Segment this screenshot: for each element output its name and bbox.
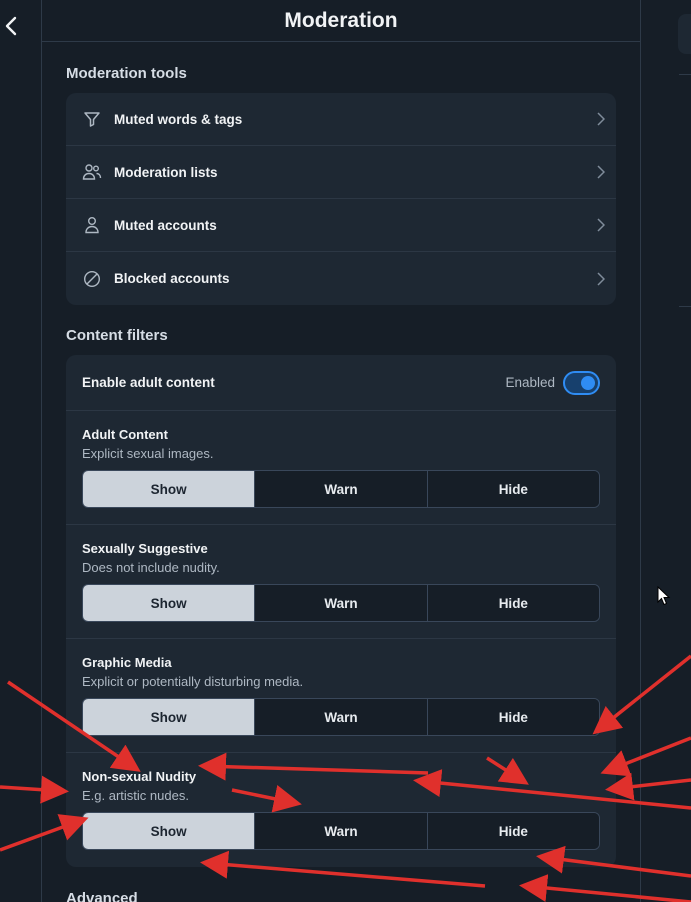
users-icon — [82, 162, 102, 182]
chevron-right-icon — [586, 165, 616, 179]
back-button[interactable] — [0, 12, 22, 40]
visibility-segmented-control: Show Warn Hide — [82, 584, 600, 622]
filter-description: Does not include nudity. — [82, 560, 220, 575]
visibility-segmented-control: Show Warn Hide — [82, 812, 600, 850]
show-option[interactable]: Show — [83, 585, 256, 621]
hide-option[interactable]: Hide — [427, 471, 599, 507]
filter-description: Explicit sexual images. — [82, 446, 214, 461]
right-panel-divider — [679, 306, 691, 307]
left-divider — [41, 0, 42, 902]
show-option[interactable]: Show — [83, 813, 256, 849]
moderation-tools-card: Muted words & tags Moderation lists Mute… — [66, 93, 616, 305]
page-title: Moderation — [284, 8, 398, 32]
warn-option[interactable]: Warn — [255, 585, 428, 621]
advanced-heading: Advanced — [66, 890, 138, 902]
hide-option[interactable]: Hide — [427, 585, 599, 621]
blocked-accounts-label: Blocked accounts — [114, 271, 230, 286]
adult-content-label: Enable adult content — [82, 375, 215, 390]
filter-title: Non-sexual Nudity — [82, 769, 197, 784]
hide-option[interactable]: Hide — [427, 699, 599, 735]
muted-accounts-row[interactable]: Muted accounts — [66, 199, 616, 252]
show-option[interactable]: Show — [83, 471, 256, 507]
filter-title: Sexually Suggestive — [82, 541, 208, 556]
blocked-icon — [82, 269, 102, 289]
warn-option[interactable]: Warn — [255, 471, 428, 507]
content-filters-card: Enable adult content Enabled Adult Conte… — [66, 355, 616, 867]
adult-content-toggle-row: Enable adult content Enabled — [66, 355, 616, 411]
filter-adult-content: Adult Content Explicit sexual images. Sh… — [66, 411, 616, 525]
right-divider — [640, 0, 641, 902]
filter-title: Adult Content — [82, 427, 168, 442]
right-panel-chip — [678, 14, 691, 54]
hide-option[interactable]: Hide — [427, 813, 599, 849]
page-header: Moderation — [42, 0, 640, 42]
filter-graphic-media: Graphic Media Explicit or potentially di… — [66, 639, 616, 753]
blocked-accounts-row[interactable]: Blocked accounts — [66, 252, 616, 305]
filter-icon — [82, 109, 102, 129]
warn-option[interactable]: Warn — [255, 699, 428, 735]
filter-title: Graphic Media — [82, 655, 172, 670]
chevron-right-icon — [586, 112, 616, 126]
mouse-cursor-icon — [657, 586, 671, 606]
toggle-status-text: Enabled — [505, 375, 555, 390]
filter-sexually-suggestive: Sexually Suggestive Does not include nud… — [66, 525, 616, 639]
right-panel-divider — [679, 74, 691, 75]
visibility-segmented-control: Show Warn Hide — [82, 470, 600, 508]
filter-description: E.g. artistic nudes. — [82, 788, 189, 803]
toggle-knob — [581, 375, 595, 390]
adult-content-toggle[interactable] — [563, 370, 600, 395]
chevron-right-icon — [586, 271, 616, 286]
moderation-lists-row[interactable]: Moderation lists — [66, 146, 616, 199]
person-icon — [82, 215, 102, 235]
warn-option[interactable]: Warn — [255, 813, 428, 849]
show-option[interactable]: Show — [83, 699, 256, 735]
content-filters-heading: Content filters — [66, 327, 168, 344]
moderation-tools-heading: Moderation tools — [66, 65, 187, 82]
muted-accounts-label: Muted accounts — [114, 217, 217, 233]
visibility-segmented-control: Show Warn Hide — [82, 698, 600, 736]
muted-words-row[interactable]: Muted words & tags — [66, 93, 616, 146]
muted-words-label: Muted words & tags — [114, 111, 243, 127]
moderation-lists-label: Moderation lists — [114, 164, 218, 180]
chevron-right-icon — [586, 218, 616, 232]
filter-non-sexual-nudity: Non-sexual Nudity E.g. artistic nudes. S… — [66, 753, 616, 867]
chevron-left-icon — [5, 16, 17, 36]
filter-description: Explicit or potentially disturbing media… — [82, 674, 304, 689]
